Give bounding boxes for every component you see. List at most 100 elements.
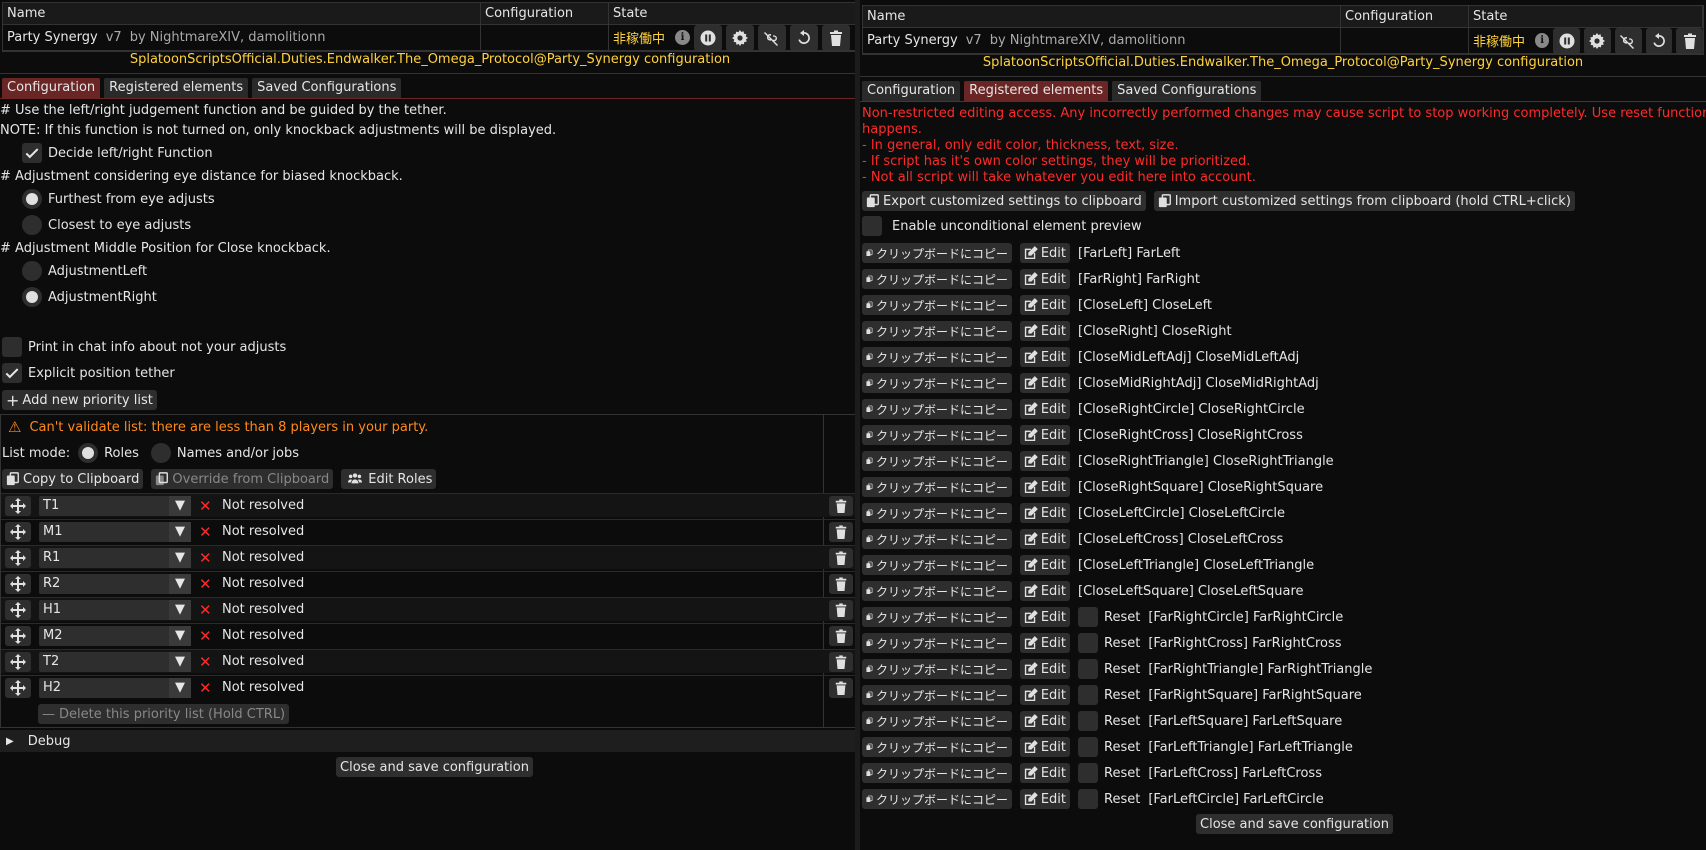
add-priority-button[interactable]: + Add new priority list: [2, 390, 157, 410]
edit-button[interactable]: Edit: [1020, 347, 1070, 367]
role-select[interactable]: M2 ▼: [39, 626, 191, 646]
explicit-tether-checkbox-row[interactable]: Explicit position tether: [2, 363, 175, 383]
reset-checkbox[interactable]: [1078, 685, 1098, 705]
reset-label[interactable]: Reset: [1104, 636, 1140, 651]
copy-clipboard-button[interactable]: クリップボードにコピー: [862, 269, 1012, 289]
script-row[interactable]: Party Synergy v7 by NightmareXIV, damoli…: [3, 25, 857, 51]
delete-row-button[interactable]: [829, 496, 853, 516]
pause-button[interactable]: [1553, 28, 1581, 53]
edit-button[interactable]: Edit: [1020, 503, 1070, 523]
preview-checkbox[interactable]: [862, 216, 882, 236]
copy-clipboard-button[interactable]: クリップボードにコピー: [862, 295, 1012, 315]
preview-checkbox-row[interactable]: Enable unconditional element preview: [862, 216, 1142, 236]
copy-clipboard-button[interactable]: クリップボードにコピー: [862, 737, 1012, 757]
edit-button[interactable]: Edit: [1020, 763, 1070, 783]
drag-handle[interactable]: [5, 574, 31, 594]
edit-button[interactable]: Edit: [1020, 399, 1070, 419]
copy-clipboard-button[interactable]: クリップボードにコピー: [862, 685, 1012, 705]
copy-clipboard-button[interactable]: クリップボードにコピー: [862, 503, 1012, 523]
role-select[interactable]: H2 ▼: [39, 678, 191, 698]
import-button[interactable]: Import customized settings from clipboar…: [1153, 191, 1575, 211]
reset-checkbox[interactable]: [1078, 633, 1098, 653]
edit-button[interactable]: Edit: [1020, 659, 1070, 679]
drag-handle[interactable]: [5, 548, 31, 568]
copy-clipboard-button[interactable]: クリップボードにコピー: [862, 321, 1012, 341]
edit-button[interactable]: Edit: [1020, 633, 1070, 653]
edit-button[interactable]: Edit: [1020, 451, 1070, 471]
role-select[interactable]: H1 ▼: [39, 600, 191, 620]
override-clipboard-button[interactable]: Override from Clipboard: [151, 469, 334, 489]
copy-clipboard-button[interactable]: クリップボードにコピー: [862, 659, 1012, 679]
export-button[interactable]: Export customized settings to clipboard: [862, 191, 1146, 211]
reset-label[interactable]: Reset: [1104, 792, 1140, 807]
edit-button[interactable]: Edit: [1020, 425, 1070, 445]
drag-handle[interactable]: [5, 522, 31, 542]
decide-lr-checkbox[interactable]: [22, 143, 42, 163]
copy-clipboard-button[interactable]: クリップボードにコピー: [862, 789, 1012, 809]
reset-checkbox[interactable]: [1078, 659, 1098, 679]
mode-names-radio[interactable]: [150, 443, 171, 463]
delete-row-button[interactable]: [829, 548, 853, 568]
copy-clipboard-button[interactable]: クリップボードにコピー: [862, 607, 1012, 627]
reset-label[interactable]: Reset: [1104, 662, 1140, 677]
edit-button[interactable]: Edit: [1020, 607, 1070, 627]
reset-checkbox[interactable]: [1078, 711, 1098, 731]
edit-roles-button[interactable]: Edit Roles: [341, 469, 437, 489]
script-row[interactable]: Party Synergy v7 by NightmareXIV, damoli…: [863, 28, 1703, 54]
copy-clipboard-button[interactable]: クリップボードにコピー: [862, 243, 1012, 263]
adj-right-radio[interactable]: [22, 287, 42, 307]
tab-saved-configurations[interactable]: Saved Configurations: [252, 78, 402, 98]
edit-button[interactable]: Edit: [1020, 789, 1070, 809]
drag-handle[interactable]: [5, 626, 31, 646]
edit-button[interactable]: Edit: [1020, 243, 1070, 263]
delete-row-button[interactable]: [829, 522, 853, 542]
copy-clipboard-button[interactable]: クリップボードにコピー: [862, 555, 1012, 575]
edit-button[interactable]: Edit: [1020, 373, 1070, 393]
tab-registered-elements[interactable]: Registered elements: [104, 78, 249, 98]
unlink-button[interactable]: [1614, 28, 1642, 53]
unlink-button[interactable]: [758, 25, 787, 50]
closest-radio[interactable]: [22, 215, 42, 235]
role-select[interactable]: T2 ▼: [39, 652, 191, 672]
close-save-button[interactable]: Close and save configuration: [1196, 814, 1393, 834]
copy-clipboard-button[interactable]: クリップボードにコピー: [862, 425, 1012, 445]
settings-button[interactable]: [1584, 28, 1611, 53]
delete-row-button[interactable]: [829, 574, 853, 594]
furthest-radio-row[interactable]: Furthest from eye adjusts: [22, 189, 215, 209]
pause-button[interactable]: [694, 25, 723, 50]
reset-checkbox[interactable]: [1078, 763, 1098, 783]
drag-handle[interactable]: [5, 652, 31, 672]
explicit-tether-checkbox[interactable]: [2, 363, 22, 383]
delete-row-button[interactable]: [829, 652, 853, 672]
edit-button[interactable]: Edit: [1020, 685, 1070, 705]
copy-clipboard-button[interactable]: クリップボードにコピー: [862, 711, 1012, 731]
delete-row-button[interactable]: [829, 600, 853, 620]
reset-checkbox[interactable]: [1078, 737, 1098, 757]
copy-clipboard-button[interactable]: クリップボードにコピー: [862, 373, 1012, 393]
edit-button[interactable]: Edit: [1020, 477, 1070, 497]
reset-checkbox[interactable]: [1078, 607, 1098, 627]
info-icon[interactable]: i: [675, 30, 691, 45]
print-chat-checkbox-row[interactable]: Print in chat info about not your adjust…: [2, 337, 286, 357]
reset-checkbox[interactable]: [1078, 789, 1098, 809]
copy-clipboard-button[interactable]: クリップボードにコピー: [862, 347, 1012, 367]
copy-clipboard-button[interactable]: クリップボードにコピー: [862, 399, 1012, 419]
reload-button[interactable]: [790, 25, 819, 50]
delete-row-button[interactable]: [829, 678, 853, 698]
delete-list-button[interactable]: — Delete this priority list (Hold CTRL): [38, 704, 290, 724]
delete-script-button[interactable]: [1676, 28, 1703, 53]
delete-script-button[interactable]: [822, 25, 851, 50]
drag-handle[interactable]: [5, 678, 31, 698]
closest-radio-row[interactable]: Closest to eye adjusts: [22, 215, 191, 235]
drag-handle[interactable]: [5, 496, 31, 516]
info-icon[interactable]: i: [1535, 33, 1550, 48]
settings-button[interactable]: [726, 25, 755, 50]
close-save-button[interactable]: Close and save configuration: [336, 757, 533, 777]
delete-row-button[interactable]: [829, 626, 853, 646]
reset-label[interactable]: Reset: [1104, 688, 1140, 703]
role-select[interactable]: T1 ▼: [39, 496, 191, 516]
role-select[interactable]: M1 ▼: [39, 522, 191, 542]
reset-label[interactable]: Reset: [1104, 610, 1140, 625]
debug-header[interactable]: ▶ Debug: [0, 730, 856, 752]
edit-button[interactable]: Edit: [1020, 711, 1070, 731]
